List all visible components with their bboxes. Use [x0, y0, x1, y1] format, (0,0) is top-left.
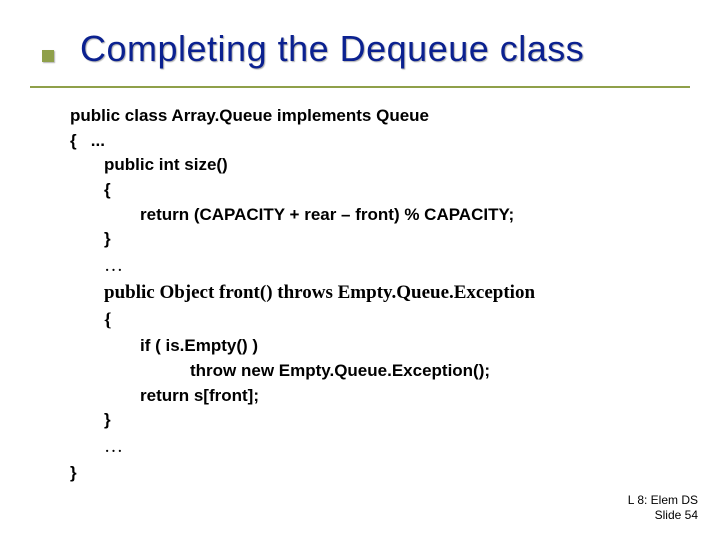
- code-brace: {: [70, 131, 77, 150]
- code-line: …: [70, 252, 690, 280]
- code-line: }: [70, 227, 690, 252]
- footer-line2: Slide 54: [628, 508, 698, 524]
- code-line: {: [70, 307, 690, 335]
- title-bullet-icon: [42, 50, 54, 62]
- slide-root: Completing the Dequeue class public clas…: [0, 0, 720, 540]
- code-line: throw new Empty.Queue.Exception();: [70, 359, 690, 384]
- footer-line1: L 8: Elem DS: [628, 493, 698, 509]
- code-line: { ...: [70, 129, 690, 154]
- code-line: return s[front];: [70, 384, 690, 409]
- code-line: public Object front() throws Empty.Queue…: [70, 279, 690, 307]
- code-line: if ( is.Empty() ): [70, 334, 690, 359]
- slide-title: Completing the Dequeue class: [80, 28, 690, 70]
- code-line: public int size(): [70, 153, 690, 178]
- code-line: return (CAPACITY + rear – front) % CAPAC…: [70, 203, 690, 228]
- code-line: }: [70, 461, 690, 486]
- code-line: {: [70, 178, 690, 203]
- code-line: }: [70, 408, 690, 433]
- code-line: …: [70, 433, 690, 461]
- code-ellipsis: ...: [91, 131, 105, 150]
- slide-footer: L 8: Elem DS Slide 54: [628, 493, 698, 524]
- code-body: public class Array.Queue implements Queu…: [0, 88, 720, 485]
- code-line: public class Array.Queue implements Queu…: [70, 104, 690, 129]
- title-area: Completing the Dequeue class: [0, 0, 720, 80]
